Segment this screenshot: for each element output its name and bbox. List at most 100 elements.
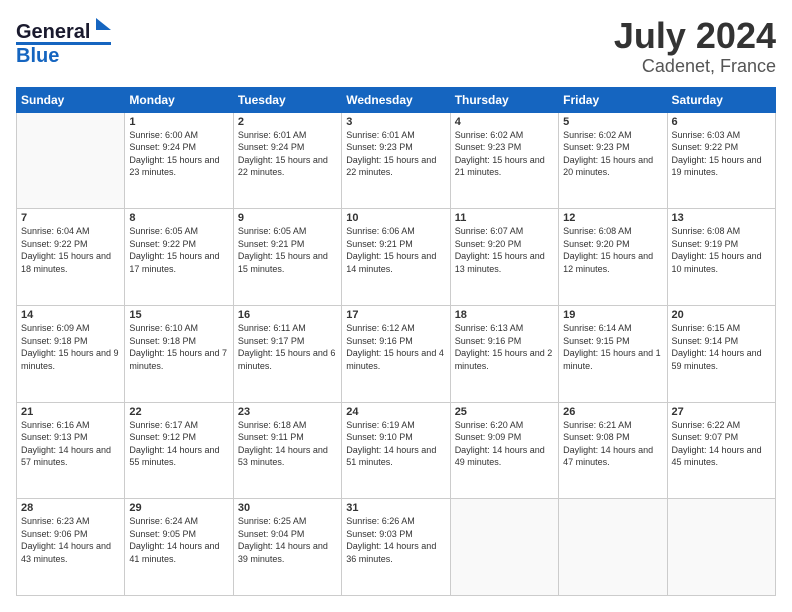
day-number: 10	[346, 212, 445, 224]
daylight-text: Daylight: 14 hours and 43 minutes.	[21, 541, 111, 564]
sunrise-text: Sunrise: 6:02 AM	[563, 130, 632, 140]
svg-text:General: General	[16, 21, 90, 43]
table-row: 27 Sunrise: 6:22 AM Sunset: 9:07 PM Dayl…	[667, 402, 775, 499]
daylight-text: Daylight: 15 hours and 10 minutes.	[672, 251, 762, 274]
sunset-text: Sunset: 9:07 PM	[672, 432, 739, 442]
day-number: 6	[672, 116, 771, 128]
sunset-text: Sunset: 9:22 PM	[21, 239, 88, 249]
table-row: 14 Sunrise: 6:09 AM Sunset: 9:18 PM Dayl…	[17, 305, 125, 402]
table-row: 16 Sunrise: 6:11 AM Sunset: 9:17 PM Dayl…	[233, 305, 341, 402]
daylight-text: Daylight: 14 hours and 45 minutes.	[672, 445, 762, 468]
col-saturday: Saturday	[667, 87, 775, 112]
table-row: 2 Sunrise: 6:01 AM Sunset: 9:24 PM Dayli…	[233, 112, 341, 209]
calendar-week-row: 1 Sunrise: 6:00 AM Sunset: 9:24 PM Dayli…	[17, 112, 776, 209]
daylight-text: Daylight: 15 hours and 23 minutes.	[129, 155, 219, 178]
day-info: Sunrise: 6:09 AM Sunset: 9:18 PM Dayligh…	[21, 322, 120, 372]
table-row: 30 Sunrise: 6:25 AM Sunset: 9:04 PM Dayl…	[233, 499, 341, 596]
sunrise-text: Sunrise: 6:19 AM	[346, 420, 415, 430]
calendar-header-row: Sunday Monday Tuesday Wednesday Thursday…	[17, 87, 776, 112]
day-info: Sunrise: 6:13 AM Sunset: 9:16 PM Dayligh…	[455, 322, 554, 372]
sunrise-text: Sunrise: 6:07 AM	[455, 226, 524, 236]
sunrise-text: Sunrise: 6:24 AM	[129, 516, 198, 526]
day-number: 23	[238, 406, 337, 418]
daylight-text: Daylight: 14 hours and 36 minutes.	[346, 541, 436, 564]
day-number: 24	[346, 406, 445, 418]
daylight-text: Daylight: 15 hours and 21 minutes.	[455, 155, 545, 178]
daylight-text: Daylight: 14 hours and 57 minutes.	[21, 445, 111, 468]
daylight-text: Daylight: 15 hours and 6 minutes.	[238, 348, 336, 371]
daylight-text: Daylight: 15 hours and 18 minutes.	[21, 251, 111, 274]
day-number: 15	[129, 309, 228, 321]
col-monday: Monday	[125, 87, 233, 112]
sunrise-text: Sunrise: 6:00 AM	[129, 130, 198, 140]
day-info: Sunrise: 6:21 AM Sunset: 9:08 PM Dayligh…	[563, 419, 662, 469]
table-row: 24 Sunrise: 6:19 AM Sunset: 9:10 PM Dayl…	[342, 402, 450, 499]
day-info: Sunrise: 6:26 AM Sunset: 9:03 PM Dayligh…	[346, 515, 445, 565]
daylight-text: Daylight: 15 hours and 17 minutes.	[129, 251, 219, 274]
sunset-text: Sunset: 9:18 PM	[21, 336, 88, 346]
day-number: 1	[129, 116, 228, 128]
table-row: 29 Sunrise: 6:24 AM Sunset: 9:05 PM Dayl…	[125, 499, 233, 596]
sunset-text: Sunset: 9:13 PM	[21, 432, 88, 442]
sunrise-text: Sunrise: 6:06 AM	[346, 226, 415, 236]
logo-svg: General Blue	[16, 16, 111, 68]
daylight-text: Daylight: 14 hours and 59 minutes.	[672, 348, 762, 371]
table-row: 25 Sunrise: 6:20 AM Sunset: 9:09 PM Dayl…	[450, 402, 558, 499]
day-info: Sunrise: 6:03 AM Sunset: 9:22 PM Dayligh…	[672, 129, 771, 179]
table-row: 10 Sunrise: 6:06 AM Sunset: 9:21 PM Dayl…	[342, 209, 450, 306]
daylight-text: Daylight: 15 hours and 14 minutes.	[346, 251, 436, 274]
sunrise-text: Sunrise: 6:25 AM	[238, 516, 307, 526]
sunrise-text: Sunrise: 6:09 AM	[21, 323, 90, 333]
daylight-text: Daylight: 15 hours and 1 minute.	[563, 348, 661, 371]
day-info: Sunrise: 6:00 AM Sunset: 9:24 PM Dayligh…	[129, 129, 228, 179]
sunrise-text: Sunrise: 6:22 AM	[672, 420, 741, 430]
daylight-text: Daylight: 15 hours and 2 minutes.	[455, 348, 553, 371]
day-number: 7	[21, 212, 120, 224]
daylight-text: Daylight: 14 hours and 55 minutes.	[129, 445, 219, 468]
day-number: 26	[563, 406, 662, 418]
day-number: 27	[672, 406, 771, 418]
table-row: 28 Sunrise: 6:23 AM Sunset: 9:06 PM Dayl…	[17, 499, 125, 596]
day-info: Sunrise: 6:04 AM Sunset: 9:22 PM Dayligh…	[21, 225, 120, 275]
calendar-week-row: 14 Sunrise: 6:09 AM Sunset: 9:18 PM Dayl…	[17, 305, 776, 402]
sunrise-text: Sunrise: 6:15 AM	[672, 323, 741, 333]
table-row: 18 Sunrise: 6:13 AM Sunset: 9:16 PM Dayl…	[450, 305, 558, 402]
sunrise-text: Sunrise: 6:08 AM	[672, 226, 741, 236]
day-info: Sunrise: 6:05 AM Sunset: 9:21 PM Dayligh…	[238, 225, 337, 275]
table-row: 11 Sunrise: 6:07 AM Sunset: 9:20 PM Dayl…	[450, 209, 558, 306]
daylight-text: Daylight: 15 hours and 4 minutes.	[346, 348, 444, 371]
sunset-text: Sunset: 9:03 PM	[346, 529, 413, 539]
table-row: 15 Sunrise: 6:10 AM Sunset: 9:18 PM Dayl…	[125, 305, 233, 402]
day-number: 25	[455, 406, 554, 418]
table-row: 22 Sunrise: 6:17 AM Sunset: 9:12 PM Dayl…	[125, 402, 233, 499]
sunset-text: Sunset: 9:09 PM	[455, 432, 522, 442]
day-number: 31	[346, 502, 445, 514]
daylight-text: Daylight: 15 hours and 22 minutes.	[238, 155, 328, 178]
day-info: Sunrise: 6:10 AM Sunset: 9:18 PM Dayligh…	[129, 322, 228, 372]
daylight-text: Daylight: 14 hours and 47 minutes.	[563, 445, 653, 468]
daylight-text: Daylight: 15 hours and 9 minutes.	[21, 348, 119, 371]
calendar-title: July 2024	[614, 16, 776, 56]
day-number: 3	[346, 116, 445, 128]
day-number: 18	[455, 309, 554, 321]
day-number: 4	[455, 116, 554, 128]
sunset-text: Sunset: 9:17 PM	[238, 336, 305, 346]
sunset-text: Sunset: 9:06 PM	[21, 529, 88, 539]
sunset-text: Sunset: 9:23 PM	[455, 142, 522, 152]
daylight-text: Daylight: 15 hours and 7 minutes.	[129, 348, 227, 371]
day-info: Sunrise: 6:02 AM Sunset: 9:23 PM Dayligh…	[563, 129, 662, 179]
sunrise-text: Sunrise: 6:11 AM	[238, 323, 306, 333]
day-number: 13	[672, 212, 771, 224]
table-row	[17, 112, 125, 209]
sunrise-text: Sunrise: 6:12 AM	[346, 323, 415, 333]
page: General Blue July 2024 Cadenet, France S…	[0, 0, 792, 612]
sunset-text: Sunset: 9:16 PM	[346, 336, 413, 346]
day-number: 11	[455, 212, 554, 224]
sunrise-text: Sunrise: 6:26 AM	[346, 516, 415, 526]
day-number: 16	[238, 309, 337, 321]
sunset-text: Sunset: 9:20 PM	[455, 239, 522, 249]
day-info: Sunrise: 6:24 AM Sunset: 9:05 PM Dayligh…	[129, 515, 228, 565]
day-info: Sunrise: 6:01 AM Sunset: 9:23 PM Dayligh…	[346, 129, 445, 179]
sunrise-text: Sunrise: 6:21 AM	[563, 420, 632, 430]
day-info: Sunrise: 6:01 AM Sunset: 9:24 PM Dayligh…	[238, 129, 337, 179]
